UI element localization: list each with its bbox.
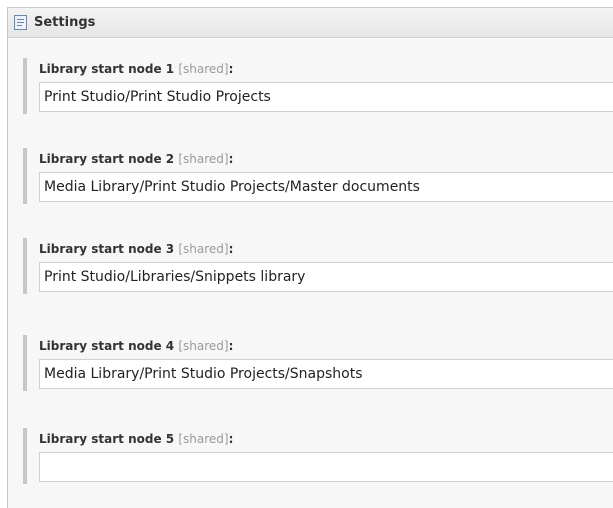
label-colon: : xyxy=(228,339,234,353)
field-label: Library start node 3 [shared]: xyxy=(39,242,233,256)
label-colon: : xyxy=(228,432,234,446)
field-accent-bar xyxy=(23,58,27,114)
label-colon: : xyxy=(228,62,234,76)
library-start-node-2-input[interactable]: Media Library/Print Studio Projects/Mast… xyxy=(39,172,613,202)
settings-panel: Settings Library start node 1 [shared]: … xyxy=(7,7,613,508)
label-colon: : xyxy=(228,152,234,166)
document-list-icon xyxy=(14,15,27,30)
field-label-text: Library start node 4 xyxy=(39,339,175,353)
library-start-node-4-input[interactable]: Media Library/Print Studio Projects/Snap… xyxy=(39,359,613,389)
library-start-node-3-input[interactable]: Print Studio/Libraries/Snippets library xyxy=(39,262,613,292)
shared-tag: [shared] xyxy=(178,62,229,76)
field-accent-bar xyxy=(23,428,27,484)
field-label: Library start node 5 [shared]: xyxy=(39,432,233,446)
field-accent-bar xyxy=(23,148,27,204)
library-start-node-3-field: Library start node 3 [shared]: Print Stu… xyxy=(23,238,613,294)
library-start-node-1-input[interactable]: Print Studio/Print Studio Projects xyxy=(39,82,613,112)
field-label: Library start node 2 [shared]: xyxy=(39,152,233,166)
library-start-node-2-field: Library start node 2 [shared]: Media Lib… xyxy=(23,148,613,204)
field-label: Library start node 1 [shared]: xyxy=(39,62,233,76)
field-label-text: Library start node 2 xyxy=(39,152,175,166)
shared-tag: [shared] xyxy=(178,432,229,446)
shared-tag: [shared] xyxy=(178,152,229,166)
field-accent-bar xyxy=(23,335,27,391)
field-label-text: Library start node 5 xyxy=(39,432,175,446)
library-start-node-5-input[interactable] xyxy=(39,452,613,482)
library-start-node-1-field: Library start node 1 [shared]: Print Stu… xyxy=(23,58,613,114)
settings-header: Settings xyxy=(8,8,613,38)
library-start-node-5-field: Library start node 5 [shared]: xyxy=(23,428,613,484)
field-label-text: Library start node 1 xyxy=(39,62,175,76)
field-label-text: Library start node 3 xyxy=(39,242,175,256)
shared-tag: [shared] xyxy=(178,339,229,353)
field-accent-bar xyxy=(23,238,27,294)
label-colon: : xyxy=(228,242,234,256)
library-start-node-4-field: Library start node 4 [shared]: Media Lib… xyxy=(23,335,613,391)
shared-tag: [shared] xyxy=(178,242,229,256)
field-label: Library start node 4 [shared]: xyxy=(39,339,233,353)
settings-title: Settings xyxy=(34,15,96,30)
